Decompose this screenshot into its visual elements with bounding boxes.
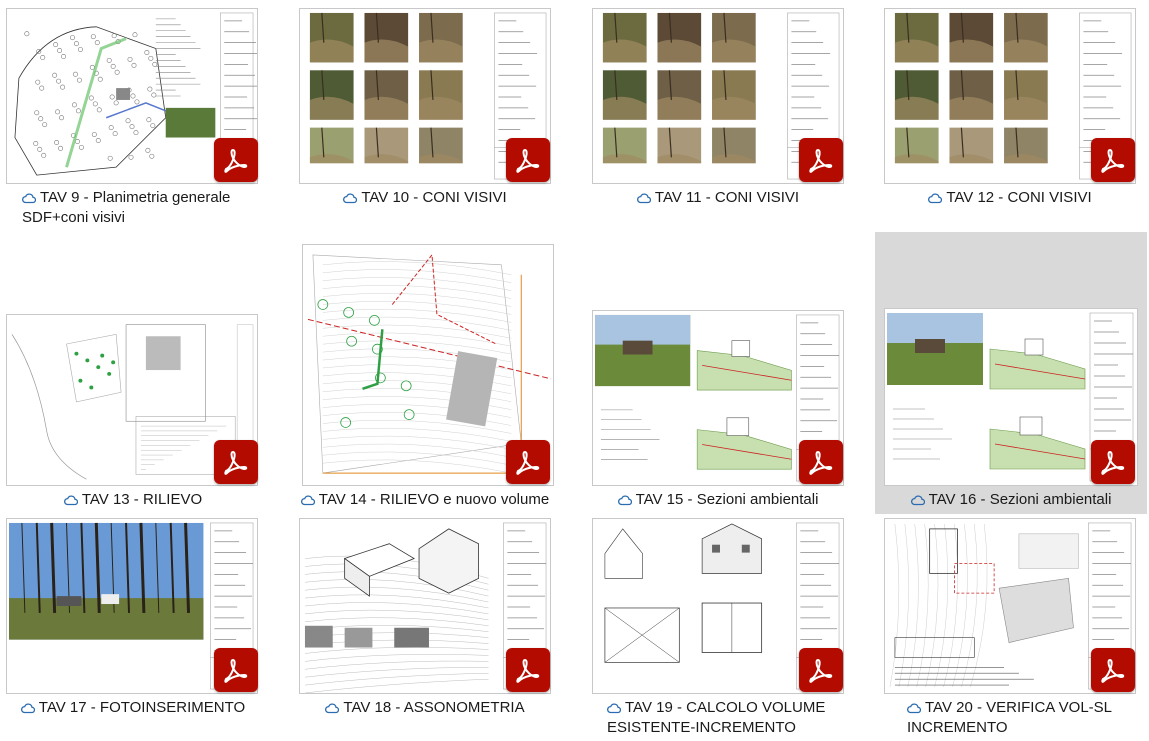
file-name: TAV 18 - ASSONOMETRIA (292, 698, 558, 718)
file-tile[interactable]: TAV 15 - Sezioni ambientali (585, 232, 875, 514)
pdf-icon (506, 440, 550, 484)
file-tile[interactable]: TAV 20 - VERIFICA VOL-SL INCREMENTO (877, 514, 1149, 741)
cloud-icon (910, 494, 925, 506)
cloud-icon (607, 702, 621, 714)
file-name: TAV 17 - FOTOINSERIMENTO (0, 698, 266, 718)
file-name: TAV 13 - RILIEVO (0, 490, 266, 510)
cloud-icon (20, 702, 35, 714)
cloud-icon (343, 192, 358, 204)
file-tile[interactable]: TAV 9 - Planimetria generale SDF+coni vis… (0, 0, 290, 232)
pdf-icon (214, 138, 258, 182)
pdf-icon (214, 440, 258, 484)
file-tile[interactable]: TAV 12 - CONI VISIVI (877, 0, 1149, 232)
pdf-icon (1091, 648, 1135, 692)
cloud-icon (22, 192, 36, 204)
file-name: TAV 14 - RILIEVO e nuovo volume (292, 490, 558, 510)
file-name: TAV 12 - CONI VISIVI (877, 188, 1143, 208)
file-name: TAV 19 - CALCOLO VOLUME ESISTENTE-INCREME… (607, 699, 826, 736)
file-name: TAV 15 - Sezioni ambientali (585, 490, 851, 510)
pdf-icon (799, 648, 843, 692)
file-name: TAV 16 - Sezioni ambientali (875, 490, 1147, 510)
file-name: TAV 11 - CONI VISIVI (585, 188, 851, 208)
cloud-icon (63, 494, 78, 506)
file-name: TAV 10 - CONI VISIVI (292, 188, 558, 208)
file-tile[interactable]: TAV 18 - ASSONOMETRIA (292, 514, 582, 741)
cloud-icon (617, 494, 632, 506)
pdf-icon (799, 138, 843, 182)
file-tile[interactable]: TAV 10 - CONI VISIVI (292, 0, 582, 232)
file-name: TAV 20 - VERIFICA VOL-SL INCREMENTO (907, 699, 1113, 736)
pdf-icon (506, 138, 550, 182)
file-tile[interactable]: TAV 17 - FOTOINSERIMENTO (0, 514, 290, 741)
file-tile-selected[interactable]: TAV 16 - Sezioni ambientali (875, 232, 1147, 514)
file-tile[interactable]: TAV 14 - RILIEVO e nuovo volume (292, 232, 582, 514)
file-tile[interactable]: TAV 13 - RILIEVO (0, 232, 290, 514)
file-tile[interactable]: TAV 11 - CONI VISIVI (585, 0, 875, 232)
cloud-icon (300, 494, 315, 506)
file-name: TAV 9 - Planimetria generale SDF+coni vis… (22, 189, 231, 226)
pdf-icon (214, 648, 258, 692)
cloud-icon (928, 192, 943, 204)
file-tile[interactable]: TAV 19 - CALCOLO VOLUME ESISTENTE-INCREME… (585, 514, 875, 741)
pdf-icon (1091, 138, 1135, 182)
pdf-icon (1091, 440, 1135, 484)
pdf-icon (506, 648, 550, 692)
cloud-icon (636, 192, 651, 204)
cloud-icon (325, 702, 340, 714)
pdf-icon (799, 440, 843, 484)
cloud-icon (907, 702, 921, 714)
